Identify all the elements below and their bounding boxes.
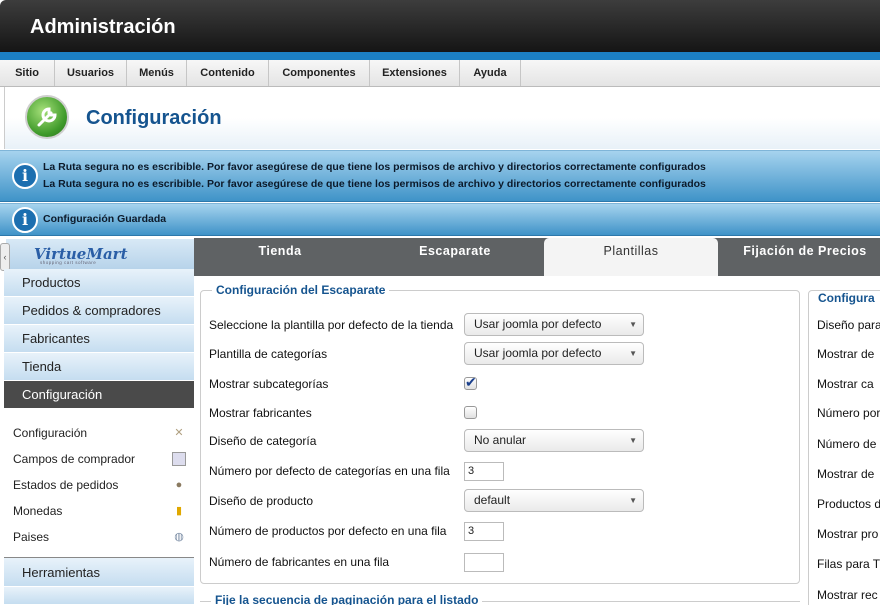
category-layout-select[interactable]: No anular ▼ xyxy=(464,429,644,452)
categories-per-row-input[interactable]: 3 xyxy=(464,462,504,481)
submenu-label: Monedas xyxy=(13,504,63,518)
sidebar-item-configuracion[interactable]: Configuración xyxy=(4,381,194,409)
right-row-7: Productos d xyxy=(817,497,880,511)
template-select[interactable]: Usar joomla por defecto ▼ xyxy=(464,313,644,336)
show-manufacturers-label: Mostrar fabricantes xyxy=(209,406,312,420)
menu-ayuda[interactable]: Ayuda xyxy=(460,60,521,86)
logo-tagline: shopping cart software xyxy=(40,260,97,265)
category-layout-label: Diseño de categoría xyxy=(209,434,317,448)
tab-fijacion-precios[interactable]: Fijación de Precios xyxy=(718,238,880,276)
right-legend: Configura xyxy=(814,291,879,305)
select-value: Usar joomla por defecto xyxy=(474,317,602,331)
collapse-handle-icon[interactable]: ‹ xyxy=(0,243,10,271)
products-per-row-label: Número de productos por defecto en una f… xyxy=(209,524,447,538)
sidebar-item-fabricantes[interactable]: Fabricantes xyxy=(4,325,194,353)
sidebar: ‹ VirtueMart shopping cart software Prod… xyxy=(0,237,194,605)
tab-content: Configuración del Escaparate Seleccione … xyxy=(194,276,880,605)
submenu-label: Configuración xyxy=(13,426,88,440)
tools-icon: ✕ xyxy=(174,427,184,439)
submenu-configuracion[interactable]: Configuración ✕ xyxy=(4,420,194,446)
show-subcategories-label: Mostrar subcategorías xyxy=(209,377,329,391)
success-message: i Configuración Guardada xyxy=(0,203,880,236)
select-value: default xyxy=(474,493,511,507)
show-subcategories-checkbox[interactable] xyxy=(464,374,477,391)
globe-icon: ◍ xyxy=(174,531,184,543)
storefront-legend: Configuración del Escaparate xyxy=(212,283,390,297)
tab-plantillas[interactable]: Plantillas xyxy=(544,238,718,276)
tab-escaparate[interactable]: Escaparate xyxy=(366,238,544,276)
chevron-down-icon: ▼ xyxy=(629,436,637,445)
menu-contenido[interactable]: Contenido xyxy=(187,60,269,86)
right-row-2: Mostrar de xyxy=(817,347,875,361)
config-tabs: Tienda Escaparate Plantillas Fijación de… xyxy=(194,238,880,276)
tab-tienda[interactable]: Tienda xyxy=(194,238,366,276)
menu-sitio[interactable]: Sitio xyxy=(0,60,55,86)
manufacturers-per-row-label: Número de fabricantes en una fila xyxy=(209,555,390,569)
user-fields-icon xyxy=(172,452,186,466)
sidebar-item-herramientas[interactable]: Herramientas xyxy=(4,557,194,587)
right-row-5: Número de xyxy=(817,437,877,451)
page-title: Configuración xyxy=(86,107,222,129)
pagination-legend: Fije la secuencia de paginación para el … xyxy=(211,593,483,605)
right-row-6: Mostrar de xyxy=(817,467,875,481)
products-per-row-input[interactable]: 3 xyxy=(464,522,504,541)
submenu-paises[interactable]: Paises ◍ xyxy=(4,524,194,550)
category-template-select[interactable]: Usar joomla por defecto ▼ xyxy=(464,342,644,365)
right-row-3: Mostrar ca xyxy=(817,377,874,391)
submenu-label: Paises xyxy=(13,530,50,544)
right-fieldset: Configura Diseño para Mostrar de Mostrar… xyxy=(808,290,880,605)
manufacturers-per-row-input[interactable] xyxy=(464,553,504,572)
page-header: Configuración xyxy=(4,87,880,149)
virtuemart-logo: ‹ VirtueMart shopping cart software xyxy=(0,239,194,271)
info-icon: i xyxy=(12,207,38,233)
select-value: No anular xyxy=(474,433,527,447)
menu-menus[interactable]: Menús xyxy=(127,60,187,86)
show-manufacturers-checkbox[interactable] xyxy=(464,406,477,419)
submenu-label: Estados de pedidos xyxy=(13,478,119,492)
product-layout-select[interactable]: default ▼ xyxy=(464,489,644,512)
pagination-fieldset: Fije la secuencia de paginación para el … xyxy=(200,593,800,605)
warning-message: i La Ruta segura no es escribible. Por f… xyxy=(0,150,880,202)
submenu-campos-comprador[interactable]: Campos de comprador xyxy=(4,446,194,472)
right-row-9: Filas para T xyxy=(817,557,880,571)
order-status-icon: ● xyxy=(175,479,183,491)
categories-per-row-label: Número por defecto de categorías en una … xyxy=(209,464,450,478)
warning-text-1: La Ruta segura no es escribible. Por fav… xyxy=(43,161,706,173)
coins-icon: ▮ xyxy=(175,505,183,517)
submenu-estados-pedidos[interactable]: Estados de pedidos ● xyxy=(4,472,194,498)
sidebar-item-next[interactable] xyxy=(4,587,194,605)
menu-usuarios[interactable]: Usuarios xyxy=(55,60,127,86)
menu-extensiones[interactable]: Extensiones xyxy=(370,60,460,86)
wrench-icon xyxy=(25,95,69,139)
app-title: Administración xyxy=(30,16,176,38)
right-row-4: Número por xyxy=(817,406,880,420)
product-layout-label: Diseño de producto xyxy=(209,494,314,508)
storefront-fieldset: Configuración del Escaparate Seleccione … xyxy=(200,283,800,584)
sidebar-item-tienda[interactable]: Tienda xyxy=(4,353,194,381)
right-row-8: Mostrar pro xyxy=(817,527,879,541)
category-template-label: Plantilla de categorías xyxy=(209,347,328,361)
template-label: Seleccione la plantilla por defecto de l… xyxy=(209,318,454,332)
admin-header: Administración xyxy=(0,0,880,52)
sidebar-item-pedidos[interactable]: Pedidos & compradores xyxy=(4,297,194,325)
info-icon: i xyxy=(12,163,38,189)
sidebar-item-productos[interactable]: Productos xyxy=(4,269,194,297)
right-row-10: Mostrar rec xyxy=(817,588,878,602)
select-value: Usar joomla por defecto xyxy=(474,346,602,360)
chevron-down-icon: ▼ xyxy=(629,349,637,358)
header-stripe xyxy=(0,52,880,60)
submenu-monedas[interactable]: Monedas ▮ xyxy=(4,498,194,524)
saved-text: Configuración Guardada xyxy=(43,213,167,225)
chevron-down-icon: ▼ xyxy=(629,320,637,329)
warning-text-2: La Ruta segura no es escribible. Por fav… xyxy=(43,178,706,190)
right-row-1: Diseño para xyxy=(817,318,880,332)
chevron-down-icon: ▼ xyxy=(629,496,637,505)
submenu-label: Campos de comprador xyxy=(13,452,136,466)
menu-componentes[interactable]: Componentes xyxy=(269,60,370,86)
main-menu: Sitio Usuarios Menús Contenido Component… xyxy=(0,60,880,87)
